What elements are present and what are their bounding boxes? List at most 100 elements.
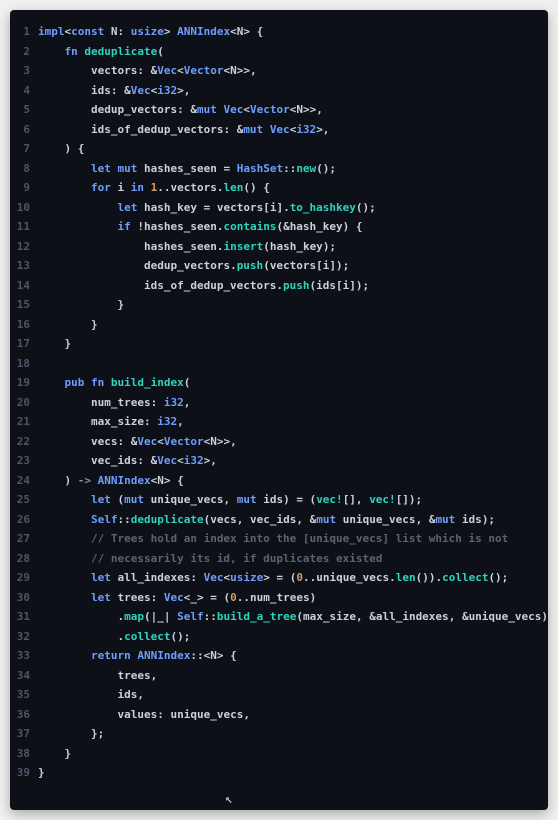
line-content[interactable]: let (mut unique_vecs, mut ids) = (vec![]…: [38, 490, 548, 510]
code-line[interactable]: 28 // necessarily its id, if duplicates …: [10, 549, 548, 569]
line-content[interactable]: values: unique_vecs,: [38, 705, 548, 725]
line-number: 17: [10, 334, 38, 354]
code-line[interactable]: 15 }: [10, 295, 548, 315]
code-line[interactable]: 33 return ANNIndex::<N> {: [10, 646, 548, 666]
code-line[interactable]: 12 hashes_seen.insert(hash_key);: [10, 237, 548, 257]
line-number: 21: [10, 412, 38, 432]
line-content[interactable]: hashes_seen.insert(hash_key);: [38, 237, 548, 257]
code-line[interactable]: 1impl<const N: usize> ANNIndex<N> {: [10, 22, 548, 42]
line-number: 27: [10, 529, 38, 549]
code-line[interactable]: 26 Self::deduplicate(vecs, vec_ids, &mut…: [10, 510, 548, 530]
code-line[interactable]: 11 if !hashes_seen.contains(&hash_key) {: [10, 217, 548, 237]
line-content[interactable]: // necessarily its id, if duplicates exi…: [38, 549, 548, 569]
line-content[interactable]: vec_ids: &Vec<i32>,: [38, 451, 548, 471]
code-line[interactable]: 30 let trees: Vec<_> = (0..num_trees): [10, 588, 548, 608]
line-number: 19: [10, 373, 38, 393]
code-editor[interactable]: 1impl<const N: usize> ANNIndex<N> {2 fn …: [10, 10, 548, 810]
line-content[interactable]: let all_indexes: Vec<usize> = (0..unique…: [38, 568, 548, 588]
code-line[interactable]: 31 .map(|_| Self::build_a_tree(max_size,…: [10, 607, 548, 627]
line-content[interactable]: let trees: Vec<_> = (0..num_trees): [38, 588, 548, 608]
line-number: 8: [10, 159, 38, 179]
code-line[interactable]: 25 let (mut unique_vecs, mut ids) = (vec…: [10, 490, 548, 510]
line-content[interactable]: for i in 1..vectors.len() {: [38, 178, 548, 198]
code-line[interactable]: 10 let hash_key = vectors[i].to_hashkey(…: [10, 198, 548, 218]
line-content[interactable]: return ANNIndex::<N> {: [38, 646, 548, 666]
code-line[interactable]: 39}: [10, 763, 548, 783]
code-line[interactable]: 17 }: [10, 334, 548, 354]
code-line[interactable]: 27 // Trees hold an index into the [uniq…: [10, 529, 548, 549]
code-line[interactable]: 22 vecs: &Vec<Vector<N>>,: [10, 432, 548, 452]
line-content[interactable]: dedup_vectors: &mut Vec<Vector<N>>,: [38, 100, 548, 120]
code-line[interactable]: 38 }: [10, 744, 548, 764]
code-line[interactable]: 9 for i in 1..vectors.len() {: [10, 178, 548, 198]
line-content[interactable]: impl<const N: usize> ANNIndex<N> {: [38, 22, 548, 42]
code-line[interactable]: 37 };: [10, 724, 548, 744]
line-content[interactable]: num_trees: i32,: [38, 393, 548, 413]
line-number: 10: [10, 198, 38, 218]
line-content[interactable]: pub fn build_index(: [38, 373, 548, 393]
code-line[interactable]: 7 ) {: [10, 139, 548, 159]
code-line[interactable]: 16 }: [10, 315, 548, 335]
line-content[interactable]: ids_of_dedup_vectors.push(ids[i]);: [38, 276, 548, 296]
code-line[interactable]: 24 ) -> ANNIndex<N> {: [10, 471, 548, 491]
line-content[interactable]: .map(|_| Self::build_a_tree(max_size, &a…: [38, 607, 548, 627]
code-line[interactable]: 4 ids: &Vec<i32>,: [10, 81, 548, 101]
line-content[interactable]: ids: &Vec<i32>,: [38, 81, 548, 101]
line-content[interactable]: }: [38, 295, 548, 315]
line-content[interactable]: }: [38, 763, 548, 783]
code-area[interactable]: 1impl<const N: usize> ANNIndex<N> {2 fn …: [10, 22, 548, 798]
line-content[interactable]: }: [38, 744, 548, 764]
line-content[interactable]: ) -> ANNIndex<N> {: [38, 471, 548, 491]
line-number: 1: [10, 22, 38, 42]
code-line[interactable]: 19 pub fn build_index(: [10, 373, 548, 393]
line-content[interactable]: // Trees hold an index into the [unique_…: [38, 529, 548, 549]
line-content[interactable]: }: [38, 315, 548, 335]
code-line[interactable]: 3 vectors: &Vec<Vector<N>>,: [10, 61, 548, 81]
code-line[interactable]: 32 .collect();: [10, 627, 548, 647]
line-number: 31: [10, 607, 38, 627]
line-content[interactable]: if !hashes_seen.contains(&hash_key) {: [38, 217, 548, 237]
code-line[interactable]: 14 ids_of_dedup_vectors.push(ids[i]);: [10, 276, 548, 296]
line-number: 7: [10, 139, 38, 159]
line-content[interactable]: let mut hashes_seen = HashSet::new();: [38, 159, 548, 179]
code-line[interactable]: 36 values: unique_vecs,: [10, 705, 548, 725]
line-content[interactable]: Self::deduplicate(vecs, vec_ids, &mut un…: [38, 510, 548, 530]
line-content[interactable]: vecs: &Vec<Vector<N>>,: [38, 432, 548, 452]
line-number: 28: [10, 549, 38, 569]
line-content[interactable]: dedup_vectors.push(vectors[i]);: [38, 256, 548, 276]
code-line[interactable]: 8 let mut hashes_seen = HashSet::new();: [10, 159, 548, 179]
code-line[interactable]: 18: [10, 354, 548, 374]
code-line[interactable]: 5 dedup_vectors: &mut Vec<Vector<N>>,: [10, 100, 548, 120]
line-content[interactable]: let hash_key = vectors[i].to_hashkey();: [38, 198, 548, 218]
line-number: 34: [10, 666, 38, 686]
line-number: 26: [10, 510, 38, 530]
line-number: 14: [10, 276, 38, 296]
line-content[interactable]: trees,: [38, 666, 548, 686]
line-content[interactable]: .collect();: [38, 627, 548, 647]
code-line[interactable]: 2 fn deduplicate(: [10, 42, 548, 62]
line-number: 11: [10, 217, 38, 237]
line-content[interactable]: ) {: [38, 139, 548, 159]
line-number: 33: [10, 646, 38, 666]
code-line[interactable]: 34 trees,: [10, 666, 548, 686]
line-content[interactable]: vectors: &Vec<Vector<N>>,: [38, 61, 548, 81]
code-line[interactable]: 21 max_size: i32,: [10, 412, 548, 432]
code-line[interactable]: 6 ids_of_dedup_vectors: &mut Vec<i32>,: [10, 120, 548, 140]
line-content[interactable]: max_size: i32,: [38, 412, 548, 432]
line-number: 9: [10, 178, 38, 198]
line-number: 13: [10, 256, 38, 276]
code-line[interactable]: 35 ids,: [10, 685, 548, 705]
line-number: 22: [10, 432, 38, 452]
line-number: 16: [10, 315, 38, 335]
line-content[interactable]: }: [38, 334, 548, 354]
line-content[interactable]: ids,: [38, 685, 548, 705]
line-number: 6: [10, 120, 38, 140]
line-content[interactable]: };: [38, 724, 548, 744]
code-line[interactable]: 20 num_trees: i32,: [10, 393, 548, 413]
code-line[interactable]: 29 let all_indexes: Vec<usize> = (0..uni…: [10, 568, 548, 588]
line-number: 12: [10, 237, 38, 257]
line-content[interactable]: fn deduplicate(: [38, 42, 548, 62]
code-line[interactable]: 23 vec_ids: &Vec<i32>,: [10, 451, 548, 471]
line-content[interactable]: ids_of_dedup_vectors: &mut Vec<i32>,: [38, 120, 548, 140]
code-line[interactable]: 13 dedup_vectors.push(vectors[i]);: [10, 256, 548, 276]
